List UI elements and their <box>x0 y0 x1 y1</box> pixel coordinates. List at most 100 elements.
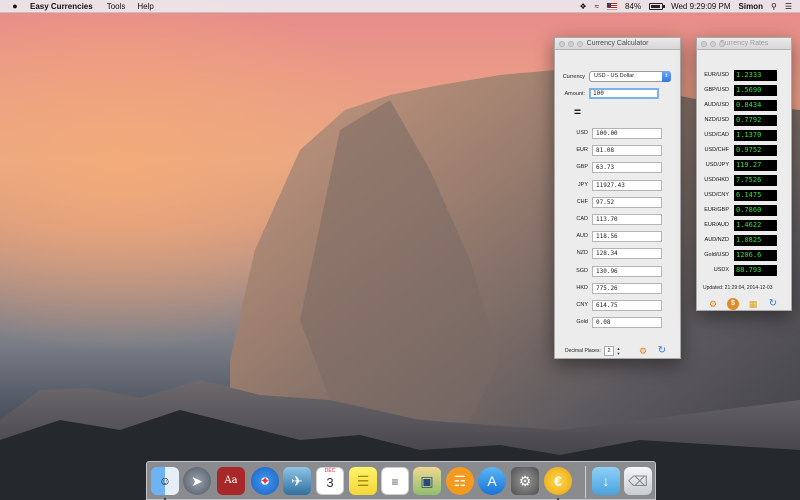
rate-value-display: 0.7792 <box>734 115 777 126</box>
rate-value-display: 1.5690 <box>734 85 777 96</box>
downloads-folder-icon[interactable]: ↓ <box>592 467 620 495</box>
launchpad-icon[interactable]: ➤ <box>183 467 211 495</box>
wifi-icon[interactable]: ≈ <box>595 2 599 11</box>
rate-pair-label: USD/JPY <box>705 162 729 168</box>
rate-pair-label: AUD/USD <box>704 102 729 108</box>
notes-icon[interactable]: ☰ <box>349 467 377 495</box>
minimize-button[interactable] <box>710 41 716 47</box>
rate-pair-label: EUR/AUD <box>704 222 729 228</box>
decimal-places-field[interactable]: 2 <box>604 346 614 356</box>
dropbox-icon[interactable]: ❖ <box>579 2 586 11</box>
calculator-titlebar[interactable]: Currency Calculator <box>555 38 680 50</box>
menu-clock[interactable]: Wed 9:29:09 PM <box>671 2 730 11</box>
calendar-icon[interactable]: DEC 3 <box>316 467 344 495</box>
settings-gear-icon[interactable]: ⚙ <box>637 345 649 357</box>
result-value-field[interactable]: 614.75 <box>592 300 662 311</box>
currency-select[interactable]: USD - US Dollar ⇕ <box>589 71 671 82</box>
decimal-places-stepper[interactable]: ▲ ▼ <box>616 346 621 356</box>
result-value-field[interactable]: 0.08 <box>592 317 662 329</box>
rate-pair-label: AUD/NZD <box>704 237 729 243</box>
calculator-icon[interactable]: ▦ <box>747 298 759 310</box>
zoom-button[interactable] <box>577 41 583 47</box>
currency-rates-window: Currency Rates EUR/USD 1.2333 GBP/USD 1.569… <box>696 37 792 311</box>
menu-help[interactable]: Help <box>137 2 153 11</box>
menu-extras: ❖ ≈ 84% Wed 9:29:09 PM Simon ⚲ ☰ <box>579 2 800 11</box>
spotlight-search-icon[interactable]: ⚲ <box>771 2 777 11</box>
rate-value-display: 0.8434 <box>734 100 777 111</box>
result-currency-code: Gold <box>576 319 588 326</box>
result-value-field[interactable]: 130.96 <box>592 265 662 277</box>
rate-value-display: 119.27 <box>734 160 777 171</box>
calculator-body: Currency USD - US Dollar ⇕ Amount: 100 =… <box>555 50 680 359</box>
amount-label: Amount: <box>564 91 585 97</box>
menu-tools[interactable]: Tools <box>107 2 126 11</box>
window-controls <box>701 41 725 47</box>
safari-compass-icon[interactable]: ✦ <box>251 467 279 495</box>
result-currency-code: CHF <box>576 198 588 205</box>
dictionary-icon[interactable]: Aa <box>217 467 245 495</box>
dock-separator <box>585 466 586 498</box>
result-value-field[interactable]: 11927.43 <box>592 179 662 191</box>
rate-value-display: 1.0825 <box>734 235 777 246</box>
photo-booth-icon[interactable]: ▣ <box>413 467 441 495</box>
input-source-flag-icon[interactable] <box>607 2 618 10</box>
reminders-icon[interactable]: ≡ <box>381 467 409 495</box>
currency-select-value: USD - US Dollar <box>594 73 635 79</box>
result-currency-code: CAD <box>576 216 588 222</box>
refresh-icon[interactable]: ↻ <box>656 345 668 357</box>
minimize-button[interactable] <box>568 41 574 47</box>
close-button[interactable] <box>559 41 565 47</box>
window-controls <box>559 41 583 47</box>
menu-bar: ● Easy Currencies Tools Help ❖ ≈ 84% Wed… <box>0 0 800 13</box>
rate-pair-label: EUR/USD <box>704 72 729 78</box>
result-currency-code: GBP <box>576 164 588 171</box>
result-value-field[interactable]: 63.73 <box>592 162 662 174</box>
zoom-button[interactable] <box>719 41 725 47</box>
result-currency-code: AUD <box>576 233 588 240</box>
rate-pair-label: EUR/GBP <box>704 207 729 213</box>
result-value-field[interactable]: 97.52 <box>592 196 662 208</box>
menu-app-name[interactable]: Easy Currencies <box>30 2 93 11</box>
trash-icon[interactable]: ⌫ <box>624 467 652 495</box>
rate-pair-label: USD/CAD <box>704 132 729 138</box>
rate-value-display: 7.7526 <box>734 175 777 186</box>
dollar-coin-icon[interactable]: $ <box>727 298 739 310</box>
dock: ☺ ➤ Aa ✦ ✈ DEC 3 ☰ ≡ ▣ ☶ A ⚙ € ↓ ⌫ <box>146 461 656 500</box>
ibooks-icon[interactable]: ☶ <box>446 467 474 495</box>
amount-input[interactable]: 100 <box>589 88 659 99</box>
result-value-field[interactable]: 81.08 <box>592 145 662 157</box>
rate-pair-label: USDX <box>713 267 729 273</box>
rate-value-display: 0.9752 <box>734 145 777 156</box>
rate-value-display: 1.2333 <box>734 70 777 81</box>
close-button[interactable] <box>701 41 707 47</box>
app-store-icon[interactable]: A <box>478 467 506 495</box>
result-currency-code: NZD <box>576 250 588 257</box>
settings-gear-icon[interactable]: ⚙ <box>707 298 719 310</box>
result-value-field[interactable]: 118.56 <box>592 231 662 243</box>
easy-currencies-euro-icon[interactable]: € <box>544 467 572 495</box>
rates-titlebar[interactable]: Currency Rates <box>697 38 791 50</box>
apple-icon[interactable]: ● <box>10 1 20 11</box>
system-preferences-gear-icon[interactable]: ⚙ <box>511 467 539 495</box>
refresh-icon[interactable]: ↻ <box>767 298 779 310</box>
result-value-field[interactable]: 100.00 <box>592 128 662 139</box>
menu-user[interactable]: Simon <box>739 2 763 11</box>
decimal-places-label: Decimal Places: <box>565 348 601 354</box>
battery-percent[interactable]: 84% <box>625 2 641 11</box>
result-currency-code: CNY <box>576 302 588 308</box>
battery-icon[interactable] <box>649 2 666 10</box>
result-value-field[interactable]: 128.34 <box>592 248 662 260</box>
notification-center-icon[interactable]: ☰ <box>785 2 792 11</box>
rate-value-display: 88.793 <box>734 265 777 276</box>
rate-value-display: 6.1475 <box>734 190 777 201</box>
result-value-field[interactable]: 113.70 <box>592 214 662 225</box>
equals-sign: = <box>574 105 582 119</box>
result-currency-code: EUR <box>576 147 588 154</box>
preview-photos-icon[interactable]: ✈ <box>283 467 311 495</box>
finder-icon[interactable]: ☺ <box>151 467 179 495</box>
currency-calculator-window: Currency Calculator Currency USD - US Do… <box>554 37 681 359</box>
select-chevron-icon: ⇕ <box>662 71 671 82</box>
result-value-field[interactable]: 775.26 <box>592 282 662 294</box>
rate-value-display: 1206.6 <box>734 250 777 261</box>
result-currency-code: JPY <box>577 181 588 188</box>
